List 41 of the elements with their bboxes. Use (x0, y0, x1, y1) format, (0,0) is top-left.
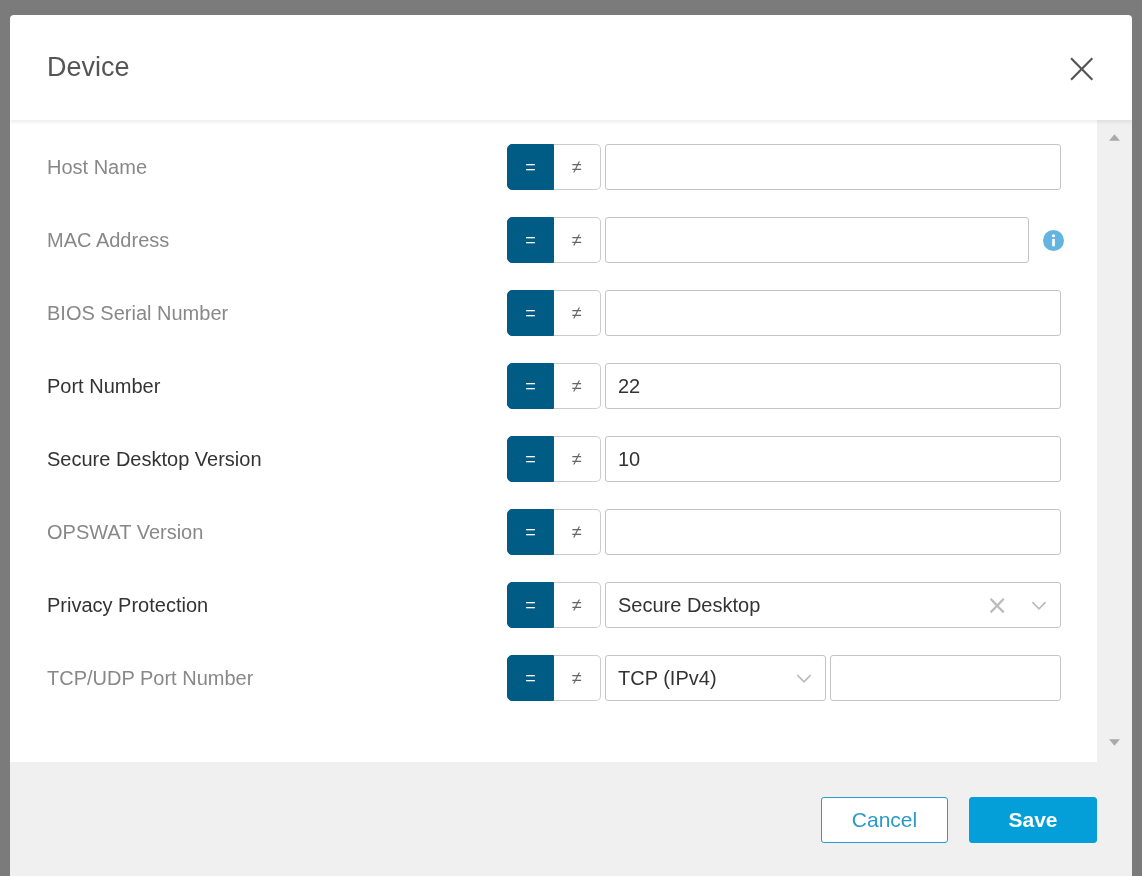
field-label: Privacy Protection (47, 593, 210, 617)
operator-toggle[interactable]: = (507, 436, 554, 482)
operator-toggle[interactable]: ≠ (554, 363, 601, 409)
input-field[interactable] (605, 217, 1029, 263)
operator-toggle[interactable]: = (507, 290, 554, 336)
input-field[interactable]: 10 (605, 436, 1061, 482)
operator-toggle[interactable]: ≠ (554, 582, 601, 628)
info-icon[interactable] (1043, 229, 1064, 251)
chevron-down-icon (795, 672, 813, 684)
operator-toggle[interactable]: ≠ (554, 509, 601, 555)
input-field[interactable] (605, 509, 1061, 555)
operator-toggle[interactable]: = (507, 509, 554, 555)
field-label: BIOS Serial Number (47, 301, 230, 325)
input-field[interactable] (830, 655, 1061, 701)
operator-toggle[interactable]: ≠ (554, 217, 601, 263)
field-label: TCP/UDP Port Number (47, 666, 255, 690)
operator-toggle[interactable]: = (507, 217, 554, 263)
field-label: Secure Desktop Version (47, 447, 263, 471)
input-field[interactable] (605, 144, 1061, 190)
input-field[interactable] (605, 290, 1061, 336)
select-field[interactable]: TCP (IPv4) (605, 655, 826, 701)
scrollbar[interactable] (1097, 120, 1132, 762)
operator-toggle[interactable]: = (507, 655, 554, 701)
operator-toggle[interactable]: = (507, 144, 554, 190)
operator-toggle[interactable]: ≠ (554, 655, 601, 701)
field-label: MAC Address (47, 228, 171, 252)
close-button[interactable]: × (1063, 45, 1100, 90)
field-label: OPSWAT Version (47, 520, 205, 544)
scroll-up-icon[interactable] (1109, 134, 1120, 141)
input-field[interactable]: 22 (605, 363, 1061, 409)
chevron-down-icon (1030, 599, 1048, 611)
operator-toggle[interactable]: ≠ (554, 144, 601, 190)
operator-toggle[interactable]: ≠ (554, 436, 601, 482)
select-field[interactable]: Secure Desktop × (605, 582, 1061, 628)
field-label: Port Number (47, 374, 162, 398)
operator-toggle[interactable]: = (507, 582, 554, 628)
dialog-title: Device (47, 52, 130, 83)
operator-toggle[interactable]: = (507, 363, 554, 409)
field-label: Host Name (47, 155, 149, 179)
operator-toggle[interactable]: ≠ (554, 290, 601, 336)
scroll-down-icon[interactable] (1109, 739, 1120, 746)
